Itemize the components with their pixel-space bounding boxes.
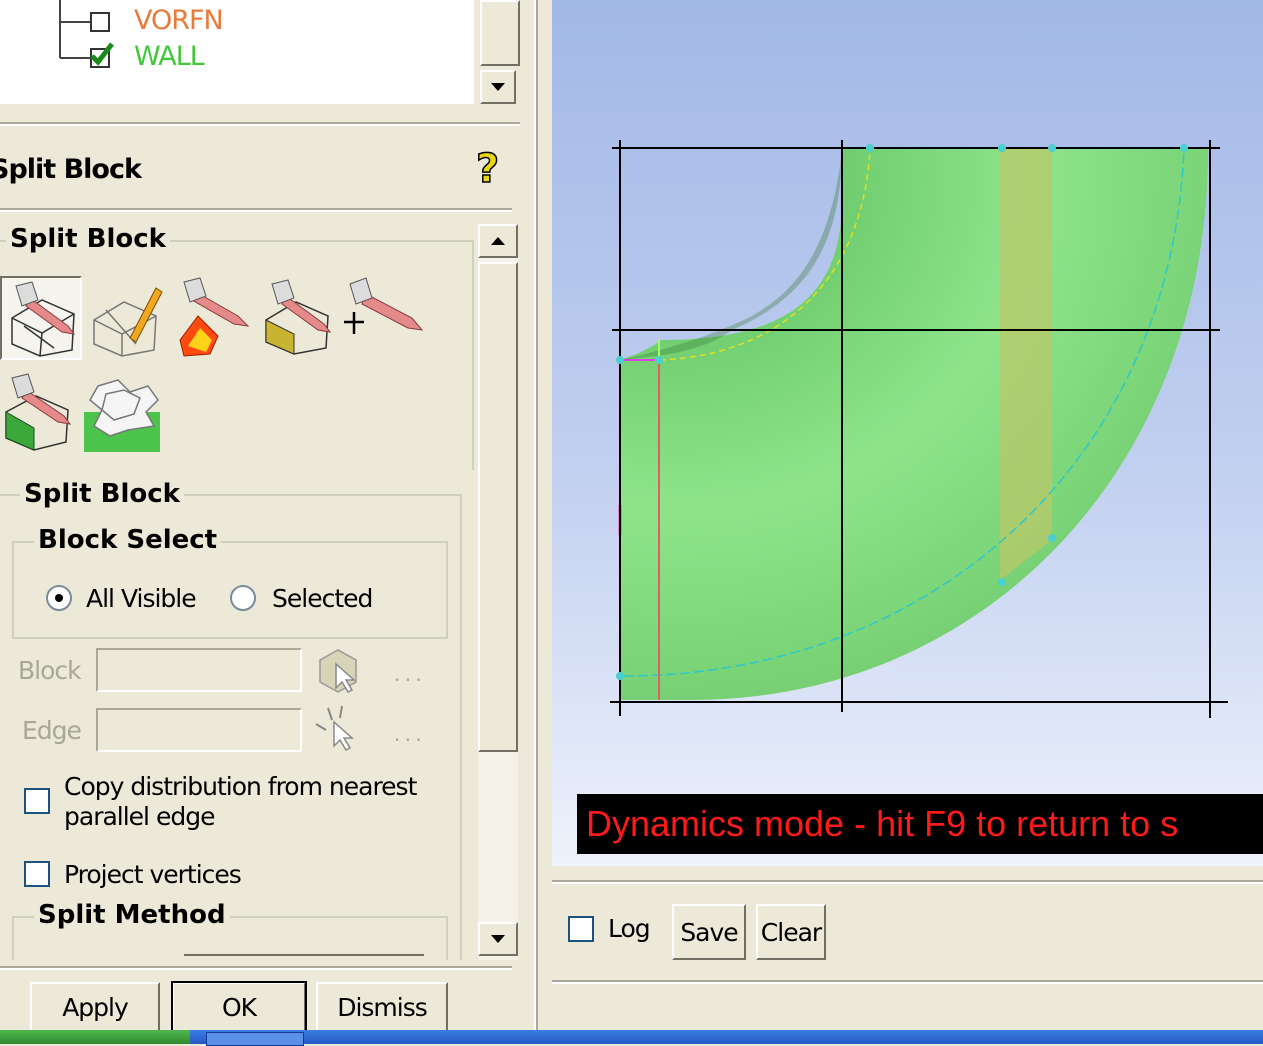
- scroll-thumb[interactable]: [480, 0, 520, 66]
- svg-text:?: ?: [476, 146, 499, 192]
- divider: [0, 208, 512, 212]
- parts-tree: VORFN WALL: [0, 0, 474, 104]
- taskbar: [0, 1030, 1263, 1046]
- tools-group-title: Split Block: [6, 224, 170, 254]
- divider: [552, 980, 1263, 984]
- project-vertices-checkbox[interactable]: [24, 861, 50, 887]
- help-icon[interactable]: ?: [472, 146, 506, 192]
- edge-more-dots[interactable]: . . .: [394, 722, 422, 746]
- split-yellow-face-tool-button[interactable]: [260, 278, 340, 363]
- select-block-cursor-icon[interactable]: [312, 646, 368, 696]
- panel-splitter[interactable]: [520, 0, 536, 1030]
- selected-radio[interactable]: [230, 585, 256, 611]
- panel-scrollbar[interactable]: [478, 224, 518, 960]
- splitter-line: [536, 0, 538, 1030]
- save-button[interactable]: Save: [672, 904, 746, 960]
- copy-distribution-label-line2[interactable]: parallel edge: [64, 802, 215, 831]
- scroll-down-button[interactable]: [480, 70, 516, 104]
- block-label: Block: [18, 656, 82, 685]
- selected-label[interactable]: Selected: [272, 584, 373, 613]
- split-green-face-tool-button[interactable]: [2, 372, 82, 459]
- tree-checkbox-vorfn[interactable]: [90, 12, 110, 32]
- split-block-tool-button[interactable]: [0, 276, 82, 360]
- graphics-viewport[interactable]: [552, 0, 1263, 866]
- tree-checkbox-wall[interactable]: [90, 42, 114, 68]
- ogrid-block-icon: [84, 379, 160, 452]
- split-face-tool-button[interactable]: [86, 280, 166, 365]
- tree-scrollbar[interactable]: [480, 0, 520, 108]
- copy-distribution-checkbox[interactable]: [24, 788, 50, 814]
- edge-input[interactable]: [96, 708, 302, 752]
- dismiss-button[interactable]: Dismiss: [316, 982, 448, 1032]
- scroll-up-button[interactable]: [478, 224, 518, 258]
- dynamics-mode-banner: Dynamics mode - hit F9 to return to s: [577, 794, 1263, 854]
- tree-item-label[interactable]: VORFN: [134, 5, 224, 36]
- axe-cursor-icon: [344, 277, 424, 334]
- panel-title: Split Block: [0, 154, 142, 185]
- ok-button[interactable]: OK: [171, 981, 307, 1033]
- ogrid-tool-button[interactable]: [84, 372, 164, 459]
- divider: [552, 880, 1263, 884]
- arrow-up-icon: [491, 237, 505, 245]
- project-vertices-label[interactable]: Project vertices: [64, 860, 242, 889]
- start-button[interactable]: [0, 1030, 190, 1044]
- block-more-dots[interactable]: . . .: [394, 662, 422, 686]
- split-block-group-title: Split Block: [20, 479, 184, 509]
- arrow-down-icon: [491, 83, 505, 91]
- pencil-wireframe-icon: [93, 287, 163, 357]
- block-input[interactable]: [96, 648, 302, 692]
- axe-flame-icon: [179, 277, 250, 357]
- block-select-group: [12, 541, 448, 639]
- pipe-elbow-model[interactable]: [552, 0, 1263, 866]
- axe-wireframe-icon: [11, 281, 76, 357]
- scroll-down-button[interactable]: [478, 922, 518, 956]
- edge-label: Edge: [22, 716, 82, 745]
- block-select-title: Block Select: [34, 525, 222, 555]
- divider: [0, 966, 512, 970]
- all-visible-radio[interactable]: [46, 585, 72, 611]
- axe-yellow-face-icon: [265, 279, 332, 355]
- split-fire-tool-button[interactable]: [174, 276, 254, 363]
- checkmark-icon: [90, 42, 114, 66]
- apply-button[interactable]: Apply: [30, 982, 160, 1032]
- tree-item-label[interactable]: WALL: [134, 41, 205, 72]
- all-visible-label[interactable]: All Visible: [86, 584, 197, 613]
- scroll-thumb[interactable]: [478, 262, 518, 752]
- split-method-title: Split Method: [34, 900, 230, 930]
- log-label[interactable]: Log: [608, 914, 651, 943]
- split-pick-tool-button[interactable]: [342, 276, 424, 351]
- clear-button[interactable]: Clear: [756, 904, 826, 960]
- axe-green-face-icon: [5, 373, 72, 451]
- divider: [0, 122, 520, 126]
- log-checkbox[interactable]: [568, 916, 594, 942]
- select-edge-cursor-icon[interactable]: [312, 702, 368, 752]
- copy-distribution-label[interactable]: Copy distribution from nearest: [64, 772, 417, 801]
- arrow-down-icon: [491, 935, 505, 943]
